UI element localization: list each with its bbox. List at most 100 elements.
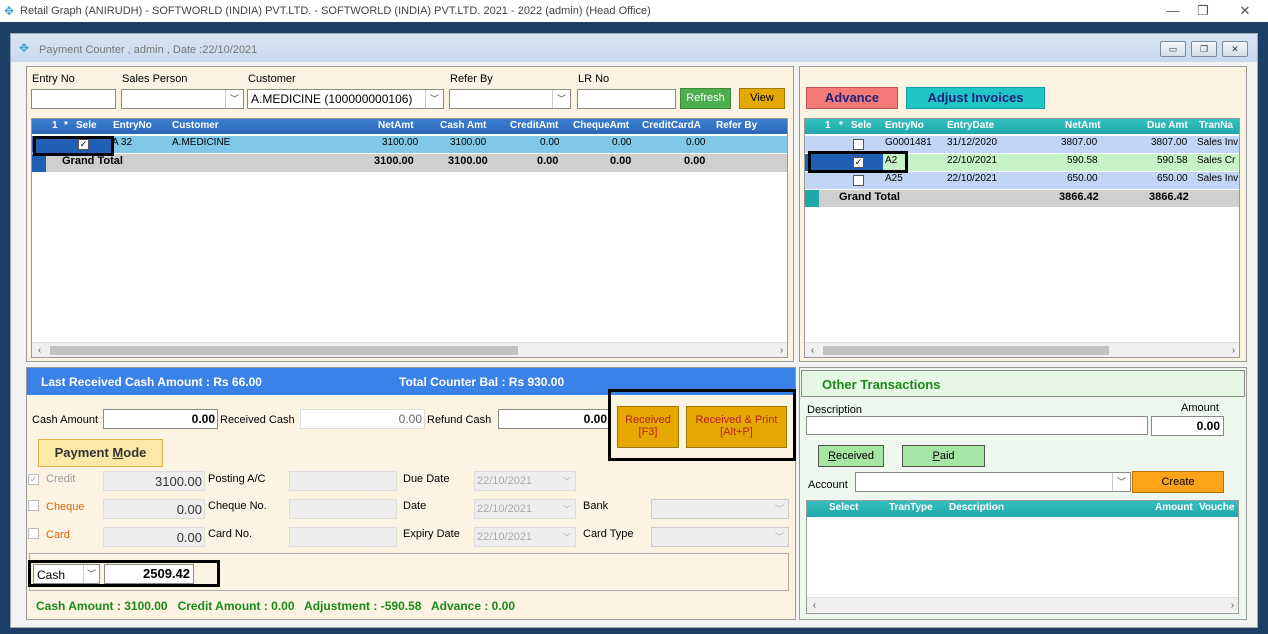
card-no-field[interactable] bbox=[289, 527, 397, 547]
cell-tranname: Sales Inv bbox=[1197, 137, 1239, 148]
col-entryno[interactable]: EntryNo bbox=[885, 120, 924, 131]
credit-checkbox[interactable]: ✓ bbox=[28, 474, 39, 485]
col-dueamt[interactable]: Due Amt bbox=[1147, 120, 1188, 131]
other-transactions-header: Other Transactions bbox=[801, 370, 1245, 397]
cell-netamt: 3100.00 bbox=[382, 137, 419, 148]
minimize-icon[interactable]: — bbox=[1158, 2, 1188, 20]
cheque-label: Cheque bbox=[46, 501, 85, 513]
mdi-close-icon[interactable]: ✕ bbox=[1222, 41, 1248, 57]
col-customer[interactable]: Customer bbox=[172, 120, 219, 131]
cheque-no-label: Cheque No. bbox=[208, 500, 267, 512]
mdi-restore-icon[interactable]: ❐ bbox=[1191, 41, 1217, 57]
highlight-box-right-row bbox=[808, 151, 908, 173]
received-cash-input[interactable]: 0.00 bbox=[300, 409, 425, 429]
col-star: * bbox=[839, 120, 843, 131]
grand-total-row: Grand Total 3100.00 3100.00 0.00 0.00 0.… bbox=[32, 154, 787, 172]
refresh-button[interactable]: Refresh bbox=[680, 88, 731, 109]
payment-mode-button[interactable]: Payment Mode bbox=[38, 439, 163, 467]
due-date-picker[interactable]: 22/10/2021 ﹀ bbox=[474, 471, 576, 491]
expiry-date-picker[interactable]: 22/10/2021 ﹀ bbox=[474, 527, 576, 547]
cheque-date-picker[interactable]: 22/10/2021 ﹀ bbox=[474, 499, 576, 519]
cell-netamt: 650.00 bbox=[1067, 173, 1098, 184]
payment-mode-accelerator: M bbox=[112, 445, 124, 460]
col-creditcard[interactable]: CreditCardA bbox=[642, 120, 701, 131]
lr-no-input[interactable] bbox=[577, 89, 676, 109]
close-icon[interactable]: ✕ bbox=[1230, 2, 1260, 20]
cell-creditcard: 0.00 bbox=[686, 137, 706, 148]
col-num: 1 bbox=[52, 120, 58, 131]
table-row[interactable]: A25 22/10/2021 650.00 650.00 Sales Inv bbox=[805, 172, 1239, 189]
col-cashamt[interactable]: Cash Amt bbox=[440, 120, 486, 131]
scroll-right-icon[interactable]: › bbox=[1225, 598, 1238, 613]
scroll-left-icon[interactable]: ‹ bbox=[32, 343, 47, 357]
highlight-box-received-buttons bbox=[608, 389, 796, 461]
adjust-invoices-button[interactable]: Adjust Invoices bbox=[906, 87, 1045, 109]
scroll-left-icon[interactable]: ‹ bbox=[807, 598, 822, 613]
bank-label: Bank bbox=[583, 500, 609, 512]
mdi-minimize-icon[interactable]: ▭ bbox=[1160, 41, 1186, 57]
col-amount[interactable]: Amount bbox=[1155, 502, 1193, 513]
col-chequeamt[interactable]: ChequeAmt bbox=[573, 120, 629, 131]
total-netamt: 3866.42 bbox=[1059, 191, 1099, 203]
refer-by-select[interactable]: ﹀ bbox=[449, 89, 571, 109]
due-date-label: Due Date bbox=[403, 473, 450, 485]
create-button[interactable]: Create bbox=[1132, 471, 1224, 493]
other-grid-header: Select TranType Description Amount Vouch… bbox=[807, 501, 1238, 517]
invoice-grid-header: 1 * Sele EntryNo Customer NetAmt Cash Am… bbox=[32, 119, 787, 134]
col-sele[interactable]: Sele bbox=[76, 120, 97, 131]
lr-no-label: LR No bbox=[578, 73, 610, 85]
other-received-button[interactable]: Received bbox=[818, 445, 884, 467]
row-checkbox[interactable] bbox=[853, 175, 864, 186]
scroll-right-icon[interactable]: › bbox=[774, 343, 787, 357]
col-trantype[interactable]: TranType bbox=[889, 502, 933, 513]
col-netamt[interactable]: NetAmt bbox=[1065, 120, 1101, 131]
scroll-right-icon[interactable]: › bbox=[1226, 343, 1239, 357]
col-description[interactable]: Description bbox=[949, 502, 1004, 513]
adjust-grid-scrollbar[interactable]: ‹ › bbox=[805, 342, 1239, 357]
cell-entrydate: 22/10/2021 bbox=[947, 155, 998, 166]
card-amount-field[interactable]: 0.00 bbox=[103, 527, 205, 547]
col-entryno[interactable]: EntryNo bbox=[113, 120, 152, 131]
posting-ac-field[interactable] bbox=[289, 471, 397, 491]
customer-select[interactable]: A.MEDICINE (100000000106) ﹀ bbox=[247, 89, 444, 109]
description-input[interactable] bbox=[806, 416, 1148, 435]
scroll-thumb[interactable] bbox=[823, 346, 1109, 355]
col-entrydate[interactable]: EntryDate bbox=[947, 120, 994, 131]
cheque-date-value: 22/10/2021 bbox=[477, 503, 533, 515]
sales-person-select[interactable]: ﹀ bbox=[121, 89, 244, 109]
col-creditamt[interactable]: CreditAmt bbox=[510, 120, 558, 131]
account-label: Account bbox=[808, 479, 848, 491]
cheque-amount-field[interactable]: 0.00 bbox=[103, 499, 205, 519]
customer-label: Customer bbox=[248, 73, 296, 85]
invoice-grid-scrollbar[interactable]: ‹ › bbox=[32, 342, 787, 357]
bank-select[interactable]: ﹀ bbox=[651, 499, 789, 519]
scroll-left-icon[interactable]: ‹ bbox=[805, 343, 820, 357]
account-select[interactable]: ﹀ bbox=[855, 472, 1131, 492]
cash-amount-input[interactable]: 0.00 bbox=[103, 409, 218, 429]
entry-no-input[interactable] bbox=[31, 89, 116, 109]
col-tranname[interactable]: TranNa bbox=[1199, 120, 1233, 131]
cash-amount-label: Cash Amount bbox=[32, 414, 99, 426]
other-paid-button[interactable]: Paid bbox=[902, 445, 985, 467]
col-voucher[interactable]: Vouche bbox=[1199, 502, 1234, 513]
row-checkbox[interactable] bbox=[853, 139, 864, 150]
other-amount-input[interactable]: 0.00 bbox=[1151, 416, 1224, 436]
col-netamt[interactable]: NetAmt bbox=[378, 120, 414, 131]
scroll-thumb[interactable] bbox=[50, 346, 518, 355]
cheque-checkbox[interactable] bbox=[28, 500, 39, 511]
other-grid-scrollbar[interactable]: ‹ › bbox=[807, 597, 1238, 613]
advance-button[interactable]: Advance bbox=[806, 87, 898, 109]
table-row[interactable]: ✓ A 32 A.MEDICINE 3100.00 3100.00 0.00 0… bbox=[32, 136, 787, 153]
cheque-no-field[interactable] bbox=[289, 499, 397, 519]
view-button[interactable]: View bbox=[739, 88, 785, 109]
col-select[interactable]: Select bbox=[829, 502, 858, 513]
restore-icon[interactable]: ❐ bbox=[1188, 2, 1218, 20]
card-checkbox[interactable] bbox=[28, 528, 39, 539]
refund-cash-input[interactable]: 0.00 bbox=[498, 409, 610, 429]
col-referby[interactable]: Refer By bbox=[716, 120, 757, 131]
card-no-label: Card No. bbox=[208, 528, 253, 540]
col-sele[interactable]: Sele bbox=[851, 120, 872, 131]
card-type-select[interactable]: ﹀ bbox=[651, 527, 789, 547]
credit-amount-field[interactable]: 3100.00 bbox=[103, 471, 205, 491]
other-transactions-title: Other Transactions bbox=[822, 377, 941, 392]
